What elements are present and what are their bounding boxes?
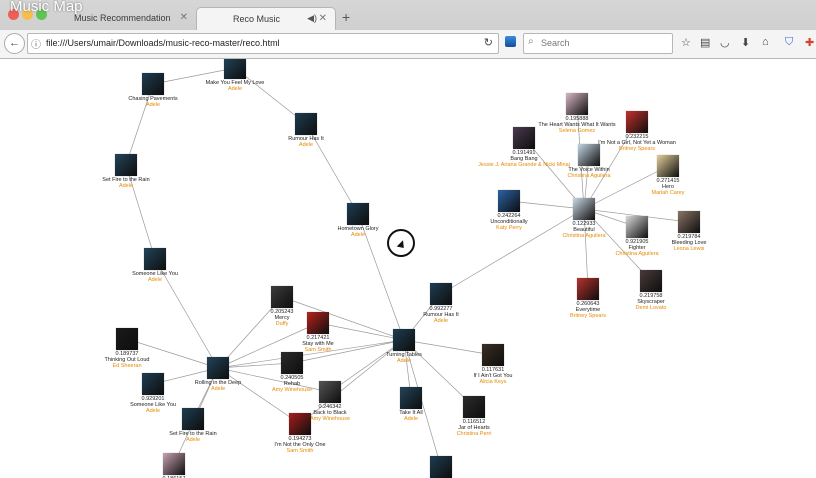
browser-tab-strip: Music Map Music Recommendation ✕ Reco Mu…	[0, 0, 816, 59]
song-node[interactable]: 0.116512 Jar of Hearts Christina Perri	[404, 396, 544, 438]
reading-list-icon[interactable]: ▤	[700, 36, 710, 49]
album-art-thumbnail[interactable]	[307, 312, 329, 334]
album-art-thumbnail[interactable]	[319, 381, 341, 403]
bookmark-star-icon[interactable]: ☆	[681, 36, 691, 49]
music-map-canvas: Chasing Pavements Adele Make You Feel My L…	[0, 59, 816, 478]
album-art-thumbnail[interactable]	[163, 453, 185, 475]
song-node[interactable]: 0.271415 Hero Mariah Carey	[598, 155, 738, 197]
artist-name: Adele	[227, 86, 243, 93]
search-icon: ⌕	[528, 36, 534, 47]
album-art-thumbnail[interactable]	[482, 344, 504, 366]
new-tab-button[interactable]: +	[342, 9, 350, 25]
info-icon[interactable]: ⓘ	[31, 36, 41, 51]
back-arrow-icon[interactable]: ←	[4, 33, 25, 54]
pocket-icon[interactable]: ◡	[720, 36, 730, 49]
artist-name: Christina Perri	[456, 431, 492, 438]
url-text[interactable]: file:///Users/umair/Downloads/music-reco…	[46, 38, 280, 48]
artist-name: Britney Spears	[569, 313, 607, 320]
song-node[interactable]: 0.992277 Rumour Has It Adele	[371, 283, 511, 325]
song-node[interactable]: Don't You Remember	[371, 456, 511, 478]
tab-label: Music Recommendation	[74, 13, 171, 23]
navigation-toolbar: ← ⓘ file:///Users/umair/Downloads/music-…	[0, 30, 816, 59]
song-node[interactable]: 0.260643 Everytime Britney Spears	[518, 278, 658, 320]
shield-icon[interactable]: ⛉	[785, 36, 793, 49]
artist-name: Mariah Carey	[651, 190, 685, 197]
album-art-thumbnail[interactable]	[578, 144, 600, 166]
album-art-thumbnail[interactable]	[144, 248, 166, 270]
album-art-thumbnail[interactable]	[678, 211, 700, 233]
artist-name: Adele	[298, 142, 314, 149]
song-node[interactable]: Set Fire to the Rain Adele	[56, 154, 196, 189]
album-art-thumbnail[interactable]	[224, 59, 246, 79]
reload-icon[interactable]: ↻	[484, 36, 493, 49]
album-art-thumbnail[interactable]	[295, 113, 317, 135]
tab-reco-music[interactable]: Reco Music ◀) ✕	[196, 7, 336, 30]
speaker-icon[interactable]: ◀)	[307, 13, 317, 24]
download-icon[interactable]: ⬇	[741, 36, 750, 49]
album-art-thumbnail[interactable]	[430, 456, 452, 478]
artist-name: Adele	[433, 318, 449, 325]
song-node[interactable]: Someone Like You Adele	[85, 248, 225, 283]
album-art-thumbnail[interactable]	[271, 286, 293, 308]
album-art-thumbnail[interactable]	[393, 329, 415, 351]
album-art-thumbnail[interactable]	[657, 155, 679, 177]
song-node[interactable]: 0.186157Blue JeansLana Del Rey	[104, 453, 244, 478]
album-art-thumbnail[interactable]	[281, 352, 303, 374]
artist-name: Leona Lewis	[673, 246, 705, 253]
album-art-thumbnail[interactable]	[115, 154, 137, 176]
close-tab-icon[interactable]: ✕	[180, 12, 188, 23]
album-art-thumbnail[interactable]	[463, 396, 485, 418]
close-tab-icon[interactable]: ✕	[319, 13, 327, 24]
tab-label: Reco Music	[233, 14, 281, 24]
album-art-thumbnail[interactable]	[430, 283, 452, 305]
album-art-thumbnail[interactable]	[116, 328, 138, 350]
album-art-thumbnail[interactable]	[347, 203, 369, 225]
album-art-thumbnail[interactable]	[289, 413, 311, 435]
search-placeholder: Search	[541, 38, 570, 48]
song-node[interactable]: Rumour Has It Adele	[236, 113, 376, 148]
artist-name: Adele	[145, 102, 161, 109]
song-node[interactable]: 0.194273 I'm Not the Only One Sam Smith	[230, 413, 370, 455]
album-art-thumbnail[interactable]	[577, 278, 599, 300]
extension-icon[interactable]	[505, 36, 516, 47]
song-node[interactable]: 0.219784 Bleeding Love Leona Lewis	[619, 211, 759, 253]
artist-name: Adele	[118, 183, 134, 190]
artist-name: Sam Smith	[286, 448, 314, 455]
artist-name: Adele	[147, 277, 163, 284]
search-input[interactable]: ⌕ Search	[523, 33, 673, 54]
album-art-thumbnail[interactable]	[142, 73, 164, 95]
album-art-thumbnail[interactable]	[182, 408, 204, 430]
song-node[interactable]: 0.117631 If I Ain't Got You Alicia Keys	[423, 344, 563, 386]
artist-name: Alicia Keys	[479, 379, 507, 386]
album-art-thumbnail[interactable]	[142, 373, 164, 395]
album-art-thumbnail[interactable]	[626, 111, 648, 133]
addon-icon[interactable]: ✚	[805, 36, 814, 49]
url-bar[interactable]: ⓘ file:///Users/umair/Downloads/music-re…	[27, 33, 499, 54]
home-icon[interactable]: ⌂	[762, 36, 769, 48]
song-node[interactable]: Make You Feel My Love Adele	[165, 59, 305, 92]
tab-music-recommendation[interactable]: Music Recommendation ✕	[46, 7, 196, 30]
